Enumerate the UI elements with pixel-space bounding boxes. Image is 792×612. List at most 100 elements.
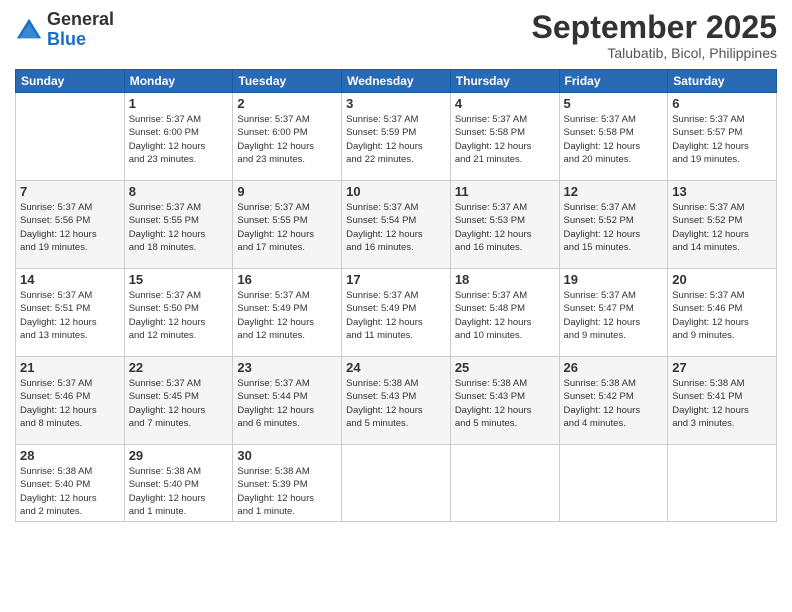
day-number: 21 bbox=[20, 360, 120, 375]
calendar-week-row: 28 Sunrise: 5:38 AM Sunset: 5:40 PM Dayli… bbox=[16, 445, 777, 522]
day-number: 28 bbox=[20, 448, 120, 463]
day-info: Sunrise: 5:37 AM Sunset: 5:57 PM Dayligh… bbox=[672, 113, 772, 166]
day-info: Sunrise: 5:37 AM Sunset: 5:55 PM Dayligh… bbox=[129, 201, 229, 254]
col-monday: Monday bbox=[124, 70, 233, 93]
col-sunday: Sunday bbox=[16, 70, 125, 93]
table-row: 6Sunrise: 5:37 AM Sunset: 5:57 PM Daylig… bbox=[668, 93, 777, 181]
table-row: 8 Sunrise: 5:37 AM Sunset: 5:55 PM Daylig… bbox=[124, 181, 233, 269]
title-section: September 2025 Talubatib, Bicol, Philipp… bbox=[532, 10, 777, 61]
col-friday: Friday bbox=[559, 70, 668, 93]
day-number: 4 bbox=[455, 96, 555, 111]
day-info: Sunrise: 5:37 AM Sunset: 5:52 PM Dayligh… bbox=[672, 201, 772, 254]
day-number: 26 bbox=[564, 360, 664, 375]
table-row bbox=[668, 445, 777, 522]
day-number: 11 bbox=[455, 184, 555, 199]
day-number: 14 bbox=[20, 272, 120, 287]
table-row bbox=[559, 445, 668, 522]
logo-icon bbox=[15, 16, 43, 44]
table-row: 22 Sunrise: 5:37 AM Sunset: 5:45 PM Dayli… bbox=[124, 357, 233, 445]
day-info: Sunrise: 5:37 AM Sunset: 5:45 PM Dayligh… bbox=[129, 377, 229, 430]
table-row: 26 Sunrise: 5:38 AM Sunset: 5:42 PM Dayli… bbox=[559, 357, 668, 445]
table-row: 11 Sunrise: 5:37 AM Sunset: 5:53 PM Dayli… bbox=[450, 181, 559, 269]
day-number: 22 bbox=[129, 360, 229, 375]
day-info: Sunrise: 5:38 AM Sunset: 5:40 PM Dayligh… bbox=[129, 465, 229, 518]
day-info: Sunrise: 5:38 AM Sunset: 5:39 PM Dayligh… bbox=[237, 465, 337, 518]
day-info: Sunrise: 5:38 AM Sunset: 5:42 PM Dayligh… bbox=[564, 377, 664, 430]
day-info: Sunrise: 5:37 AM Sunset: 6:00 PM Dayligh… bbox=[237, 113, 337, 166]
day-info: Sunrise: 5:38 AM Sunset: 5:43 PM Dayligh… bbox=[346, 377, 446, 430]
day-number: 19 bbox=[564, 272, 664, 287]
table-row: 29Sunrise: 5:38 AM Sunset: 5:40 PM Dayli… bbox=[124, 445, 233, 522]
day-info: Sunrise: 5:37 AM Sunset: 5:51 PM Dayligh… bbox=[20, 289, 120, 342]
day-number: 1 bbox=[129, 96, 229, 111]
table-row: 10 Sunrise: 5:37 AM Sunset: 5:54 PM Dayli… bbox=[342, 181, 451, 269]
table-row: 30 Sunrise: 5:38 AM Sunset: 5:39 PM Dayli… bbox=[233, 445, 342, 522]
table-row: 12 Sunrise: 5:37 AM Sunset: 5:52 PM Dayli… bbox=[559, 181, 668, 269]
day-number: 7 bbox=[20, 184, 120, 199]
table-row: 5 Sunrise: 5:37 AM Sunset: 5:58 PM Daylig… bbox=[559, 93, 668, 181]
day-number: 24 bbox=[346, 360, 446, 375]
table-row: 20Sunrise: 5:37 AM Sunset: 5:46 PM Dayli… bbox=[668, 269, 777, 357]
table-row: 7 Sunrise: 5:37 AM Sunset: 5:56 PM Daylig… bbox=[16, 181, 125, 269]
day-number: 27 bbox=[672, 360, 772, 375]
table-row: 13 Sunrise: 5:37 AM Sunset: 5:52 PM Dayli… bbox=[668, 181, 777, 269]
location: Talubatib, Bicol, Philippines bbox=[532, 45, 777, 61]
table-row: 2Sunrise: 5:37 AM Sunset: 6:00 PM Daylig… bbox=[233, 93, 342, 181]
table-row: 27Sunrise: 5:38 AM Sunset: 5:41 PM Dayli… bbox=[668, 357, 777, 445]
day-info: Sunrise: 5:37 AM Sunset: 5:44 PM Dayligh… bbox=[237, 377, 337, 430]
table-row: 21 Sunrise: 5:37 AM Sunset: 5:46 PM Dayli… bbox=[16, 357, 125, 445]
table-row bbox=[450, 445, 559, 522]
table-row: 18 Sunrise: 5:37 AM Sunset: 5:48 PM Dayli… bbox=[450, 269, 559, 357]
day-info: Sunrise: 5:37 AM Sunset: 5:48 PM Dayligh… bbox=[455, 289, 555, 342]
table-row: 28Sunrise: 5:38 AM Sunset: 5:40 PM Dayli… bbox=[16, 445, 125, 522]
day-number: 13 bbox=[672, 184, 772, 199]
table-row: 9 Sunrise: 5:37 AM Sunset: 5:55 PM Daylig… bbox=[233, 181, 342, 269]
page: General Blue September 2025 Talubatib, B… bbox=[0, 0, 792, 612]
logo: General Blue bbox=[15, 10, 114, 50]
day-number: 25 bbox=[455, 360, 555, 375]
logo-general-text: General bbox=[47, 9, 114, 29]
day-number: 18 bbox=[455, 272, 555, 287]
day-number: 9 bbox=[237, 184, 337, 199]
calendar-week-row: 14 Sunrise: 5:37 AM Sunset: 5:51 PM Dayli… bbox=[16, 269, 777, 357]
calendar: Sunday Monday Tuesday Wednesday Thursday… bbox=[15, 69, 777, 522]
day-info: Sunrise: 5:37 AM Sunset: 6:00 PM Dayligh… bbox=[129, 113, 229, 166]
day-number: 17 bbox=[346, 272, 446, 287]
calendar-week-row: 7 Sunrise: 5:37 AM Sunset: 5:56 PM Daylig… bbox=[16, 181, 777, 269]
table-row: 24 Sunrise: 5:38 AM Sunset: 5:43 PM Dayli… bbox=[342, 357, 451, 445]
day-number: 16 bbox=[237, 272, 337, 287]
day-info: Sunrise: 5:37 AM Sunset: 5:52 PM Dayligh… bbox=[564, 201, 664, 254]
table-row: 17Sunrise: 5:37 AM Sunset: 5:49 PM Dayli… bbox=[342, 269, 451, 357]
day-info: Sunrise: 5:37 AM Sunset: 5:49 PM Dayligh… bbox=[237, 289, 337, 342]
col-saturday: Saturday bbox=[668, 70, 777, 93]
day-number: 10 bbox=[346, 184, 446, 199]
table-row: 15 Sunrise: 5:37 AM Sunset: 5:50 PM Dayli… bbox=[124, 269, 233, 357]
day-info: Sunrise: 5:37 AM Sunset: 5:58 PM Dayligh… bbox=[564, 113, 664, 166]
day-number: 30 bbox=[237, 448, 337, 463]
day-info: Sunrise: 5:38 AM Sunset: 5:43 PM Dayligh… bbox=[455, 377, 555, 430]
day-number: 12 bbox=[564, 184, 664, 199]
calendar-week-row: 1 Sunrise: 5:37 AM Sunset: 6:00 PM Daylig… bbox=[16, 93, 777, 181]
table-row: 3Sunrise: 5:37 AM Sunset: 5:59 PM Daylig… bbox=[342, 93, 451, 181]
table-row: 19 Sunrise: 5:37 AM Sunset: 5:47 PM Dayli… bbox=[559, 269, 668, 357]
day-number: 20 bbox=[672, 272, 772, 287]
day-info: Sunrise: 5:37 AM Sunset: 5:53 PM Dayligh… bbox=[455, 201, 555, 254]
day-info: Sunrise: 5:37 AM Sunset: 5:56 PM Dayligh… bbox=[20, 201, 120, 254]
table-row: 14 Sunrise: 5:37 AM Sunset: 5:51 PM Dayli… bbox=[16, 269, 125, 357]
day-info: Sunrise: 5:37 AM Sunset: 5:46 PM Dayligh… bbox=[20, 377, 120, 430]
day-info: Sunrise: 5:37 AM Sunset: 5:54 PM Dayligh… bbox=[346, 201, 446, 254]
day-number: 15 bbox=[129, 272, 229, 287]
day-info: Sunrise: 5:37 AM Sunset: 5:59 PM Dayligh… bbox=[346, 113, 446, 166]
day-number: 5 bbox=[564, 96, 664, 111]
logo-blue-text: Blue bbox=[47, 29, 86, 49]
day-info: Sunrise: 5:37 AM Sunset: 5:58 PM Dayligh… bbox=[455, 113, 555, 166]
day-info: Sunrise: 5:37 AM Sunset: 5:47 PM Dayligh… bbox=[564, 289, 664, 342]
day-info: Sunrise: 5:37 AM Sunset: 5:55 PM Dayligh… bbox=[237, 201, 337, 254]
table-row bbox=[16, 93, 125, 181]
day-info: Sunrise: 5:37 AM Sunset: 5:50 PM Dayligh… bbox=[129, 289, 229, 342]
table-row: 23 Sunrise: 5:37 AM Sunset: 5:44 PM Dayli… bbox=[233, 357, 342, 445]
col-tuesday: Tuesday bbox=[233, 70, 342, 93]
table-row: 25 Sunrise: 5:38 AM Sunset: 5:43 PM Dayli… bbox=[450, 357, 559, 445]
day-number: 8 bbox=[129, 184, 229, 199]
day-number: 23 bbox=[237, 360, 337, 375]
